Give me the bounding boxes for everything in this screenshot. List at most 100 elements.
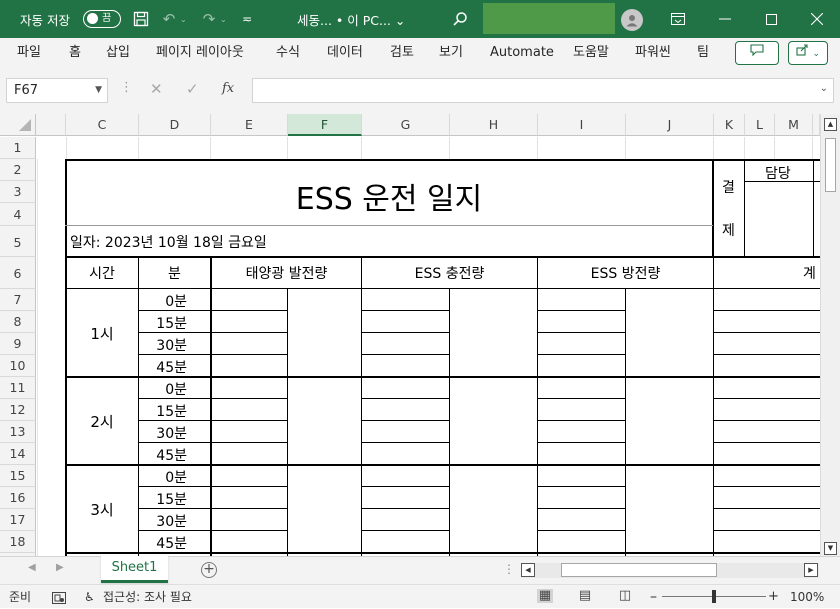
column-header-l[interactable]: L: [745, 114, 775, 136]
name-box-value: F67: [14, 83, 39, 98]
column-header-k[interactable]: K: [714, 114, 745, 136]
column-header-h[interactable]: H: [450, 114, 538, 136]
row-header-12[interactable]: 12: [0, 399, 36, 421]
row-header-10[interactable]: 10: [0, 355, 36, 377]
row-header-11[interactable]: 11: [0, 377, 36, 399]
comments-button[interactable]: [735, 41, 779, 65]
worksheet-grid[interactable]: C D E F G H I J K L M 1 2 3 4 5 6 7 8 9 …: [0, 114, 820, 556]
page-layout-view-icon[interactable]: ▤: [577, 589, 593, 603]
column-header-c[interactable]: C: [66, 114, 139, 136]
tab-home[interactable]: 홈: [69, 38, 81, 68]
column-header-f[interactable]: F: [288, 114, 362, 136]
row-header-1[interactable]: 1: [0, 137, 36, 159]
tab-view[interactable]: 보기: [439, 38, 463, 68]
tab-file[interactable]: 파일: [17, 38, 41, 68]
row-header-17[interactable]: 17: [0, 509, 36, 531]
column-header-j[interactable]: J: [626, 114, 714, 136]
status-bar: 준비 ♿ 접근성: 조사 필요 ▦ ▤ ◫ – + 100%: [0, 584, 840, 608]
row-header-3[interactable]: 3: [0, 181, 36, 203]
tab-review[interactable]: 검토: [390, 38, 414, 68]
chevron-down-icon[interactable]: ▼: [95, 79, 102, 102]
minimize-icon[interactable]: [702, 0, 748, 38]
row-header-15[interactable]: 15: [0, 465, 36, 487]
accessibility-icon[interactable]: ♿: [84, 585, 95, 609]
scroll-down-icon[interactable]: ▼: [824, 542, 837, 555]
autosave-toggle[interactable]: 끔: [83, 10, 121, 28]
search-box[interactable]: [483, 3, 615, 34]
cancel-icon[interactable]: ✕: [150, 80, 163, 98]
name-box[interactable]: F67 ▼: [6, 78, 108, 103]
column-header-g[interactable]: G: [362, 114, 450, 136]
zoom-slider-thumb[interactable]: [712, 590, 716, 603]
undo-dropdown-icon[interactable]: ⌄: [180, 0, 187, 38]
horizontal-scrollbar[interactable]: ◀ ▶: [521, 563, 819, 578]
add-sheet-icon[interactable]: +: [201, 562, 217, 578]
scroll-right-icon[interactable]: ▶: [804, 563, 818, 577]
row-header-2[interactable]: 2: [0, 159, 36, 181]
title-bar: 자동 저장 끔 ↶ ⌄ ↷ ⌄ ≂ 세동... • 이 PC... ⌄: [0, 0, 840, 38]
splitter-icon[interactable]: ⋮: [503, 562, 515, 576]
row-header-18[interactable]: 18: [0, 531, 36, 553]
page-break-view-icon[interactable]: ◫: [617, 589, 633, 603]
vertical-scrollbar[interactable]: ▲ ▼: [820, 114, 840, 556]
accessibility-status[interactable]: 접근성: 조사 필요: [103, 585, 192, 609]
row-header-8[interactable]: 8: [0, 311, 36, 333]
redo-icon[interactable]: ↷: [198, 0, 220, 38]
redo-dropdown-icon[interactable]: ⌄: [220, 0, 227, 38]
header-total: 계: [803, 266, 816, 282]
horizontal-scroll-thumb[interactable]: [561, 563, 717, 577]
zoom-out-icon[interactable]: –: [650, 585, 657, 609]
column-header-n[interactable]: [813, 114, 820, 136]
insert-function-icon[interactable]: fx: [222, 81, 234, 96]
row-header-13[interactable]: 13: [0, 421, 36, 443]
column-header-d[interactable]: D: [139, 114, 211, 136]
ribbon-display-icon[interactable]: [655, 0, 701, 38]
column-header-m[interactable]: M: [775, 114, 813, 136]
normal-view-icon[interactable]: ▦: [537, 589, 553, 603]
close-icon[interactable]: [794, 0, 840, 38]
zoom-in-icon[interactable]: +: [768, 585, 779, 609]
user-avatar-icon[interactable]: [621, 9, 643, 31]
file-name[interactable]: 세동... • 이 PC... ⌄: [297, 0, 405, 38]
tab-data[interactable]: 데이터: [327, 38, 363, 68]
maximize-icon[interactable]: [748, 0, 794, 38]
tab-powerscene[interactable]: 파워씬: [635, 38, 671, 68]
formula-input[interactable]: ⌄: [252, 78, 834, 103]
chevron-down-icon[interactable]: ⌄: [820, 83, 828, 94]
share-icon: [796, 44, 813, 59]
column-header-e[interactable]: E: [211, 114, 288, 136]
undo-icon[interactable]: ↶: [158, 0, 180, 38]
tab-automate[interactable]: Automate: [490, 38, 554, 68]
row-header-4[interactable]: 4: [0, 203, 36, 226]
zoom-level[interactable]: 100%: [790, 585, 824, 609]
vertical-scroll-thumb[interactable]: [825, 138, 836, 192]
row-header-9[interactable]: 9: [0, 333, 36, 355]
tab-team[interactable]: 팀: [697, 38, 709, 68]
enter-icon[interactable]: ✓: [186, 80, 199, 98]
search-icon[interactable]: [443, 0, 477, 38]
customize-qat-icon[interactable]: ≂: [236, 0, 258, 38]
save-icon[interactable]: [130, 0, 152, 38]
select-all-corner[interactable]: [0, 114, 36, 136]
sheet-tab-sheet1[interactable]: Sheet1: [101, 556, 168, 583]
comment-icon: [750, 44, 764, 60]
macro-record-icon[interactable]: [52, 585, 66, 609]
row-header-7[interactable]: 7: [0, 289, 36, 311]
column-header-i[interactable]: I: [538, 114, 626, 136]
tab-help[interactable]: 도움말: [573, 38, 609, 68]
prev-sheet-icon[interactable]: ◀: [28, 562, 36, 573]
row-header-6[interactable]: 6: [0, 257, 36, 289]
scroll-left-icon[interactable]: ◀: [521, 563, 535, 577]
row-header-5[interactable]: 5: [0, 226, 36, 257]
scroll-up-icon[interactable]: ▲: [824, 118, 837, 131]
tab-insert[interactable]: 삽입: [106, 38, 130, 68]
status-ready: 준비: [9, 590, 32, 604]
approval-label-1: 결: [722, 180, 735, 196]
share-button[interactable]: ⌄: [788, 41, 828, 65]
column-header-b[interactable]: [36, 114, 66, 136]
row-header-16[interactable]: 16: [0, 487, 36, 509]
tab-page-layout[interactable]: 페이지 레이아웃: [156, 38, 244, 68]
next-sheet-icon[interactable]: ▶: [56, 562, 64, 573]
tab-formulas[interactable]: 수식: [276, 38, 300, 68]
row-header-14[interactable]: 14: [0, 443, 36, 465]
